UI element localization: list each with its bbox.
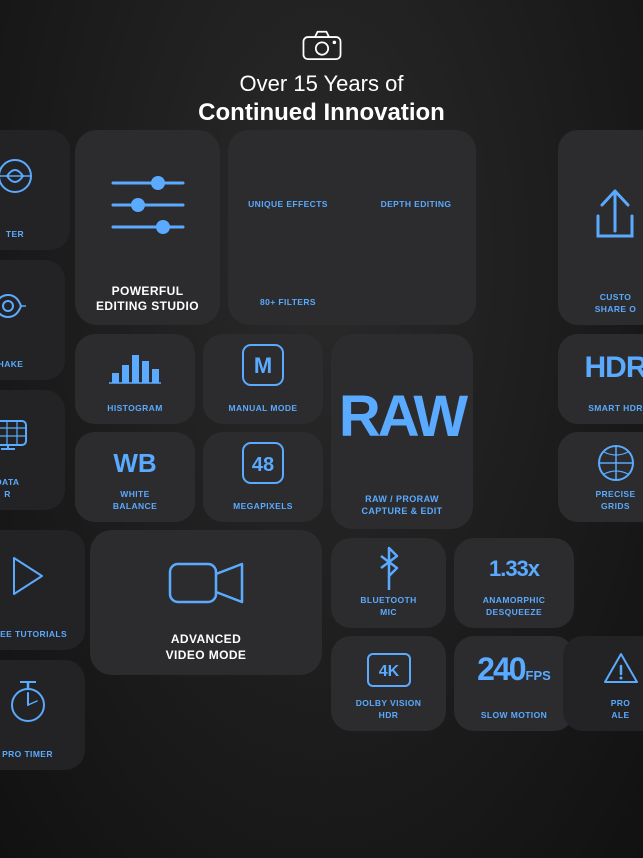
ter-label: TER [6, 229, 24, 240]
tile-pro-timer[interactable]: PRO TIMER [0, 660, 85, 770]
pro-timer-label: PRO TIMER [2, 749, 53, 760]
tile-histogram[interactable]: HISTOGRAM [75, 334, 195, 424]
tile-hdr[interactable]: HDR SMART HDR [558, 334, 643, 424]
histogram-label: HISTOGRAM [107, 403, 162, 414]
bluetooth-icon [371, 546, 407, 592]
anamorphic-label: ANAMORPHIC DESQUEEZE [454, 595, 574, 618]
svg-text:48: 48 [252, 454, 274, 476]
play-icon [10, 556, 46, 596]
header: Over 15 Years of Continued Innovation [0, 30, 643, 127]
svg-text:4K: 4K [378, 663, 399, 680]
tile-editing[interactable]: POWERFULEDITING STUDIO [75, 130, 220, 325]
grids-icon [594, 442, 638, 484]
tile-anamorphic[interactable]: 1.33x ANAMORPHIC DESQUEEZE [454, 538, 574, 628]
tile-raw-main[interactable]: RAW RAW / PRORAWCAPTURE & EDIT [331, 334, 473, 529]
tile-pro-alert[interactable]: PROALE [563, 636, 643, 731]
tile-tutorials[interactable]: FREE TUTORIALS [0, 530, 85, 650]
manual-icon: M [237, 339, 289, 391]
dolby-label: DOLBY VISIONHDR [356, 698, 422, 721]
tile-data[interactable]: DATAR [0, 390, 65, 510]
raw-label: RAW / PRORAWCAPTURE & EDIT [361, 493, 442, 517]
header-title: Continued Innovation [0, 99, 643, 127]
wb-label: WHITEBALANCE [113, 489, 157, 512]
tile-video[interactable]: ADVANCEDVIDEO MODE [90, 530, 322, 675]
shake-icon [0, 285, 29, 327]
header-subtitle: Over 15 Years of [0, 70, 643, 99]
share-label: CUSTOSHARE O [595, 292, 637, 315]
features-grid: TER SHAKE [0, 130, 643, 858]
depth-label: DEPTH EDITING [381, 199, 452, 210]
data-icon [0, 419, 29, 454]
tile-dolby[interactable]: 4K DOLBY VISIONHDR [331, 636, 446, 731]
hdr-label: SMART HDR [588, 403, 643, 414]
megapixels-icon: 48 [237, 437, 289, 489]
histogram-icon [109, 345, 161, 385]
fps-label: SLOW MOTION [481, 710, 547, 721]
data-label: DATAR [0, 477, 19, 500]
tutorials-label: FREE TUTORIALS [0, 629, 67, 640]
mega-label: MEGAPIXELS [233, 501, 293, 512]
filters-label: 80+ FILTERS [260, 297, 316, 308]
share-icon [588, 181, 643, 246]
tile-manual[interactable]: M MANUAL MODE [203, 334, 323, 424]
tile-ter[interactable]: TER [0, 130, 70, 250]
grids-label: PRECISEGRIDS [595, 489, 635, 512]
tile-bt-mic[interactable]: BLUETOOTHMIC [331, 538, 446, 628]
bt-label: BLUETOOTHMIC [360, 595, 416, 618]
tile-megapixels[interactable]: 48 MEGAPIXELS [203, 432, 323, 522]
video-label: ADVANCEDVIDEO MODE [166, 631, 247, 663]
tile-fps[interactable]: 240 FPS SLOW MOTION [454, 636, 574, 731]
tile-share[interactable]: CUSTOSHARE O [558, 130, 643, 325]
ter-icon [0, 156, 35, 196]
pro-timer-icon [8, 679, 48, 723]
tile-shake[interactable]: SHAKE [0, 260, 65, 380]
effects-label: UNIQUE EFFECTS [248, 199, 328, 210]
video-icon [166, 556, 246, 621]
app-screen: Over 15 Years of Continued Innovation TE… [0, 0, 643, 858]
svg-text:M: M [254, 353, 272, 378]
pro-alert-icon [603, 650, 639, 690]
editing-label: POWERFULEDITING STUDIO [96, 284, 199, 315]
shake-label: SHAKE [0, 359, 23, 370]
sliders-icon [103, 173, 193, 238]
4k-icon: 4K [364, 650, 414, 690]
pro-alert-label: PROALE [611, 698, 631, 721]
tile-grids[interactable]: PRECISEGRIDS [558, 432, 643, 522]
tile-wb[interactable]: WB WHITEBALANCE [75, 432, 195, 522]
camera-icon [302, 30, 342, 60]
manual-label: MANUAL MODE [229, 403, 298, 414]
